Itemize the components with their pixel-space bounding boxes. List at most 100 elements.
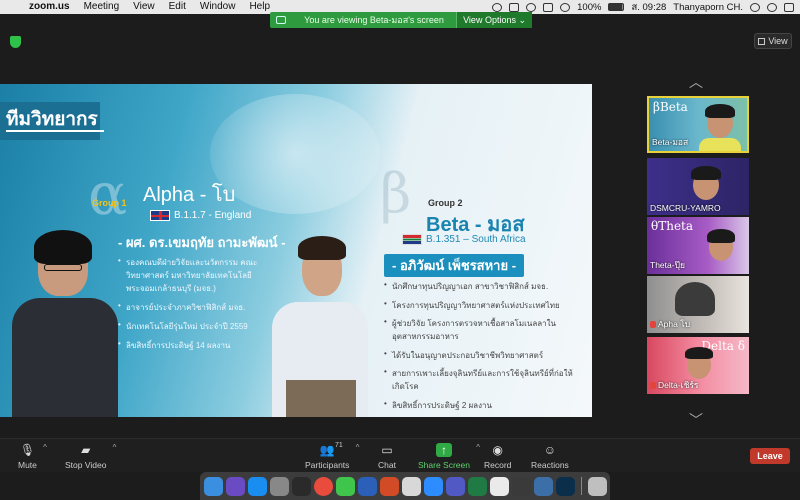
trash-icon[interactable]: [587, 476, 607, 496]
participant-hair: [707, 229, 735, 243]
menu-view[interactable]: View: [126, 0, 162, 14]
system-preferences-icon[interactable]: [269, 476, 289, 496]
participant-hair: [685, 347, 713, 359]
photoshop-icon[interactable]: [555, 476, 575, 496]
topic-underline: [6, 130, 104, 132]
alpha-variant: B.1.1.7 - England: [174, 210, 252, 221]
beta-speaker-name: - อภิวัฒน์ เพ็ชรสหาย -: [384, 254, 525, 277]
record-button[interactable]: ◉ Record: [484, 443, 511, 470]
alpha-bio-item: รองคณบดีฝ่ายวิจัยและนวัตกรรม คณะวิทยาศาส…: [118, 256, 288, 295]
video-options-chevron-icon[interactable]: ^: [113, 443, 117, 452]
participant-hair: [675, 282, 715, 316]
beta-bio-item: ได้รับในอนุญาตประกอบวิชาชีพวิทยาศาสตร์: [384, 349, 584, 362]
beta-bio-item: สายการเพาะเลี้ยงจุลินทรีย์และการใช้จุลิน…: [384, 367, 584, 393]
participants-icon: 👥: [319, 443, 335, 457]
beta-symbol-icon: β: [380, 162, 412, 225]
status-app-icon[interactable]: [492, 2, 503, 12]
zoom-window: zoom.us Meeting View Edit Window Help 10…: [0, 0, 800, 500]
wifi-icon[interactable]: [560, 2, 571, 12]
alpha-bio-item: นักเทคโนโลยีรุ่นใหม่ ประจำปี 2559: [118, 320, 288, 333]
slide-glow: [210, 94, 380, 214]
launchpad-icon[interactable]: [291, 476, 311, 496]
powerpoint-icon[interactable]: [379, 476, 399, 496]
zoom-dock-icon[interactable]: [423, 476, 443, 496]
participants-options-chevron-icon[interactable]: ^: [356, 443, 360, 452]
view-layout-button[interactable]: View: [754, 33, 792, 49]
app-store-icon[interactable]: [247, 476, 267, 496]
user-name[interactable]: Thanyaporn CH.: [673, 2, 743, 13]
participant-name: DSMCRU-YAMRO: [650, 203, 721, 213]
participant-name: Apha โบ: [658, 319, 691, 329]
finder-icon[interactable]: [203, 476, 223, 496]
participant-name: Delta-เชิร์ร: [658, 380, 699, 390]
search-icon[interactable]: [750, 2, 760, 12]
microphone-icon: 🎙: [19, 443, 36, 457]
scroll-up-chevron-icon[interactable]: ︿: [686, 72, 706, 90]
macos-dock: [200, 472, 610, 500]
uk-flag-icon: [150, 210, 170, 221]
line-icon[interactable]: [509, 2, 520, 12]
participant-tile[interactable]: DSMCRU-YAMRO: [647, 158, 749, 215]
speaker-1-photo-glasses: [44, 264, 82, 271]
participant-name-row: Apha โบ: [650, 317, 690, 331]
share-screen-button[interactable]: ↑ Share Screen ^: [418, 443, 480, 470]
participant-tile[interactable]: Apha โบ: [647, 276, 749, 333]
reactions-button[interactable]: ☺ Reactions: [531, 443, 569, 470]
participant-hair: [705, 104, 735, 118]
mute-button[interactable]: 🎙 Mute ^: [18, 443, 47, 470]
participant-background-label: βBeta: [653, 100, 688, 114]
grid-icon: [758, 37, 766, 45]
time-machine-icon[interactable]: [526, 2, 537, 12]
speaker-1-photo-hair: [34, 230, 92, 264]
mic-muted-icon: [650, 321, 656, 329]
beta-group-label: Group 2: [428, 198, 463, 208]
alpha-bio-item: ลิขสิทธิ์การประดิษฐ์ 14 ผลงาน: [118, 339, 288, 352]
image-capture-icon[interactable]: [533, 476, 553, 496]
siri-icon[interactable]: [767, 2, 777, 12]
alpha-bio-item: อาจารย์ประจำภาควิชาฟิสิกส์ มจธ.: [118, 301, 288, 314]
alpha-name: Alpha - โบ: [143, 184, 236, 206]
line-dock-icon[interactable]: [335, 476, 355, 496]
excel-icon[interactable]: [467, 476, 487, 496]
preview-icon[interactable]: [401, 476, 421, 496]
participant-tile[interactable]: Delta δ Delta-เชิร์ร: [647, 337, 749, 394]
word-icon[interactable]: [357, 476, 377, 496]
speaker-1-photo-body: [12, 298, 118, 417]
menu-app-name[interactable]: zoom.us: [22, 0, 77, 14]
battery-icon[interactable]: [608, 3, 625, 11]
chrome-icon[interactable]: [313, 476, 333, 496]
share-screen-icon: ↑: [435, 443, 452, 457]
alpha-symbol-icon: α: [88, 160, 128, 228]
battery-percent: 100%: [577, 1, 602, 13]
participant-tile[interactable]: βBeta Beta-มอส: [647, 96, 749, 153]
clock[interactable]: ส. 09:28: [631, 0, 666, 15]
beta-bio-item: ผู้ช่วยวิจัย โครงการตรวจหาเชื้อสาลโมเนลล…: [384, 317, 584, 343]
stop-video-button[interactable]: ▰ Stop Video ^: [65, 443, 116, 470]
shared-screen[interactable]: ทีมวิทยากร α β Group 1 Alpha - โบ B.1.1.…: [0, 84, 592, 417]
participants-label: Participants: [305, 460, 350, 470]
mute-options-chevron-icon[interactable]: ^: [43, 443, 47, 452]
view-button-label: View: [768, 36, 788, 46]
menu-window[interactable]: Window: [193, 0, 243, 14]
chat-label: Chat: [378, 460, 396, 470]
leave-button[interactable]: Leave: [750, 448, 790, 464]
menu-meeting[interactable]: Meeting: [77, 0, 127, 14]
menu-edit[interactable]: Edit: [162, 0, 193, 14]
scroll-down-chevron-icon[interactable]: ﹀: [686, 410, 706, 428]
quicktime-icon[interactable]: [511, 476, 531, 496]
participant-tile[interactable]: θTheta Theta-ปุ๊ย: [647, 217, 749, 274]
viewing-screen-text: You are viewing Beta-มอส's screen: [304, 15, 444, 25]
menu-list-icon[interactable]: [784, 2, 794, 12]
teams-icon[interactable]: [445, 476, 465, 496]
participants-button[interactable]: 👥 71 Participants ^: [305, 442, 359, 470]
photos-icon[interactable]: [489, 476, 509, 496]
siri-dock-icon[interactable]: [225, 476, 245, 496]
south-africa-flag-icon: [402, 234, 422, 245]
chat-button[interactable]: ▭ Chat: [378, 443, 396, 470]
screen-share-icon: [276, 16, 286, 24]
view-options-button[interactable]: View Options ⌄: [456, 12, 532, 28]
share-options-chevron-icon[interactable]: ^: [476, 443, 480, 452]
bluetooth-icon[interactable]: [543, 2, 554, 12]
encryption-shield-icon[interactable]: [10, 36, 21, 48]
share-screen-label: Share Screen: [418, 460, 470, 470]
